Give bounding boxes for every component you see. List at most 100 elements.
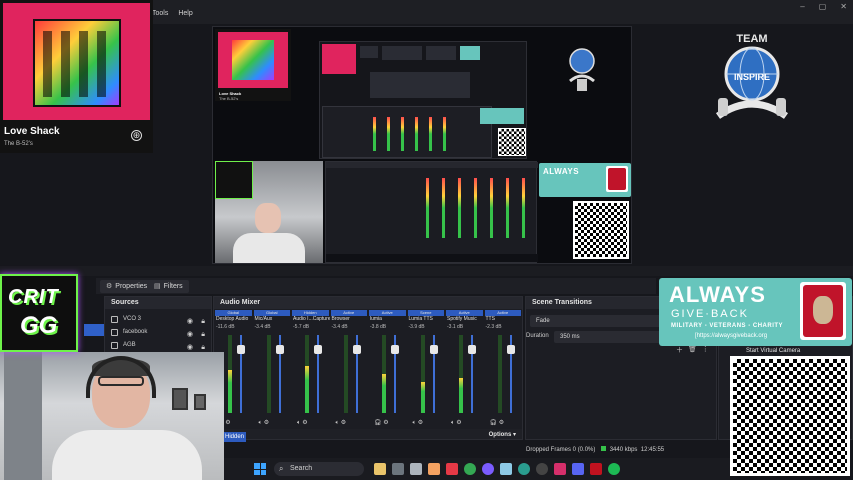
fader-knob[interactable] <box>275 345 284 354</box>
channel-db: -5.7 dB <box>293 324 310 330</box>
speaker-icon[interactable]: 🔈︎ ⚙ <box>253 419 292 429</box>
headphone-icon[interactable]: 🎧︎ ⚙ <box>368 419 407 429</box>
source-item[interactable]: facebook ◉ 🔒︎ <box>105 326 211 339</box>
source-item[interactable]: AGB ◉ 🔒︎ <box>105 339 211 352</box>
app-icon[interactable] <box>500 463 512 475</box>
volume-meter <box>343 335 348 413</box>
window-controls: – ▢ ✕ <box>800 2 847 11</box>
close-button[interactable]: ✕ <box>840 2 847 11</box>
channel-name: TTS <box>485 316 495 322</box>
speaker-icon[interactable]: 🔈︎ ⚙ <box>330 419 369 429</box>
chrome-icon[interactable] <box>464 463 476 475</box>
edge-icon[interactable] <box>518 463 530 475</box>
volume-meter <box>459 335 463 413</box>
song-title: Love Shack <box>4 126 60 137</box>
channel-name: Lumia TTS <box>408 316 433 322</box>
source-selection-highlight <box>84 324 104 336</box>
spotify-icon[interactable] <box>608 463 620 475</box>
preview-mixer <box>322 106 492 158</box>
app-icon[interactable] <box>554 463 566 475</box>
add-to-library-icon[interactable]: ⊕ <box>131 130 142 141</box>
preview-crit-logo <box>215 161 253 199</box>
soldier-shield-icon <box>800 282 846 340</box>
svg-text:TEAM: TEAM <box>736 33 767 45</box>
options-button[interactable]: Options ▾ <box>489 431 516 438</box>
menu-tools[interactable]: Tools <box>152 10 168 17</box>
fader-knob[interactable] <box>237 345 245 354</box>
app-icon[interactable] <box>590 463 602 475</box>
stream-health-icon <box>601 446 607 451</box>
bitrate: 3440 kbps <box>609 447 638 453</box>
crit-gg-logo: CRIT GG <box>0 274 78 352</box>
obs-preview[interactable]: Love Shack The B-52's ALWAYS <box>212 26 632 264</box>
add-icon[interactable]: ＋ <box>676 345 683 355</box>
mute-row: 🔈︎ ⚙ 🔈︎ ⚙ 🔈︎ ⚙ 🔈︎ ⚙ 🎧︎ ⚙ 🔈︎ ⚙ 🔈︎ ⚙ 🎧︎ ⚙ <box>214 419 522 429</box>
always-give-back-banner: ALWAYS GIVE·BACK MILITARY - VETERANS - C… <box>659 278 852 346</box>
channel-db: -3.4 dB <box>254 324 271 330</box>
volume-meter <box>497 335 502 413</box>
fader-knob[interactable] <box>506 345 515 354</box>
hidden-tag[interactable]: Hidden <box>222 432 246 442</box>
source-type-icon <box>111 316 118 323</box>
fader-knob[interactable] <box>468 345 476 354</box>
windows-start-icon[interactable] <box>254 463 266 475</box>
volume-meter <box>305 335 309 413</box>
app-icon[interactable] <box>572 463 584 475</box>
fader-knob[interactable] <box>391 345 399 354</box>
fader-knob[interactable] <box>314 345 322 354</box>
filters-button[interactable]: ▤ Filters <box>148 280 189 293</box>
gear-icon: ⚙ <box>106 283 113 290</box>
source-type-icon <box>111 329 118 336</box>
album-art-frame <box>3 3 150 120</box>
source-item[interactable]: VCO 3 ◉ 🔒︎ <box>105 313 211 326</box>
preview-team-logo <box>569 48 595 91</box>
channel-db: -3.9 dB <box>408 324 425 330</box>
channel-db: -3.1 dB <box>447 324 464 330</box>
status-bar: Dropped Frames 0 (0.0%) 3440 kbps 12:45:… <box>526 446 730 458</box>
channel-db: -2.3 dB <box>485 324 502 330</box>
obs-icon[interactable] <box>536 463 548 475</box>
windows-taskbar: ⌕ Search <box>224 458 730 480</box>
channel-name: Spotify Music <box>447 316 477 322</box>
app-icon[interactable] <box>374 463 386 475</box>
headphone-icon[interactable]: 🎧︎ ⚙ <box>484 419 523 429</box>
minimize-button[interactable]: – <box>800 2 804 11</box>
maximize-button[interactable]: ▢ <box>819 2 827 11</box>
fader-knob[interactable] <box>429 345 438 354</box>
channel-levels: -11.6 dB -3.4 dB -5.7 dB -3.4 dB -3.8 dB… <box>214 324 522 331</box>
speaker-icon[interactable]: 🔈︎ ⚙ <box>291 419 330 429</box>
channel-name: Mic/Aux <box>254 316 273 322</box>
search-icon: ⌕ <box>279 464 284 473</box>
app-icon[interactable] <box>446 463 458 475</box>
menu-help[interactable]: Help <box>178 10 192 17</box>
trash-icon[interactable]: 🗑︎ <box>688 345 697 355</box>
app-icon[interactable] <box>482 463 494 475</box>
audio-mixer-panel: Audio Mixer Global Global Hidden Active … <box>213 296 523 440</box>
folder-icon[interactable] <box>428 463 440 475</box>
channel-names: Desktop Audio Mic/Aux Audio I...Capture … <box>214 316 522 324</box>
preview-agb-banner: ALWAYS <box>539 163 631 197</box>
dock-strip <box>0 266 853 276</box>
more-icon[interactable]: ⋮ <box>702 345 709 355</box>
volume-meter <box>266 335 271 413</box>
qr-code <box>730 356 850 476</box>
webcam-feed <box>0 352 224 480</box>
preview-qr-code <box>498 128 526 156</box>
channel-name: Desktop Audio <box>216 316 249 322</box>
taskbar-search[interactable]: ⌕ Search <box>274 462 364 476</box>
artist-name: The B-52's <box>4 141 33 147</box>
app-icon[interactable] <box>392 463 404 475</box>
speaker-icon[interactable]: 🔈︎ ⚙ <box>445 419 484 429</box>
album-cover <box>33 19 121 107</box>
fader-knob[interactable] <box>352 345 361 354</box>
start-virtual-camera-button[interactable]: Start Virtual Camera <box>746 348 800 354</box>
preview-obs-window <box>325 161 538 263</box>
properties-button[interactable]: ⚙ Properties <box>100 280 154 293</box>
preview-spotify-card: Love Shack The B-52's <box>215 29 291 101</box>
stream-time: 12:45:55 <box>640 447 665 453</box>
volume-meter <box>420 335 425 413</box>
filter-icon: ▤ <box>154 283 161 290</box>
channel-name: Audio I...Capture <box>293 316 330 322</box>
app-icon[interactable] <box>410 463 422 475</box>
speaker-icon[interactable]: 🔈︎ ⚙ <box>407 419 446 429</box>
